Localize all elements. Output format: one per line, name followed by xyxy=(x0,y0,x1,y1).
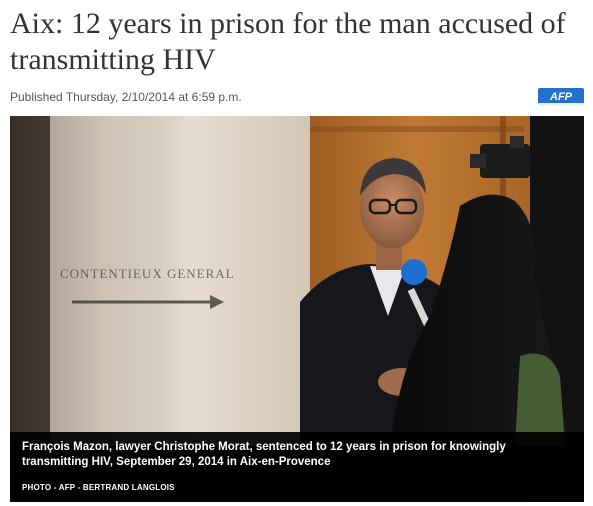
afp-logo: AFP xyxy=(538,88,584,106)
article-headline: Aix: 12 years in prison for the man accu… xyxy=(10,7,566,76)
sign-text: CONTENTIEUX GENERAL xyxy=(60,266,235,281)
article-photo: CONTENTIEUX GENERAL François Mazon, lawy… xyxy=(10,116,584,502)
photo-caption: François Mazon, lawyer Christophe Morat,… xyxy=(10,432,584,502)
photo-credit: PHOTO - AFP - BERTRAND LANGLOIS xyxy=(22,483,175,492)
caption-text: François Mazon, lawyer Christophe Morat,… xyxy=(22,441,506,468)
publish-date: Published Thursday, 2/10/2014 at 6:59 p.… xyxy=(10,90,242,104)
article-meta: Published Thursday, 2/10/2014 at 6:59 p.… xyxy=(10,88,584,108)
